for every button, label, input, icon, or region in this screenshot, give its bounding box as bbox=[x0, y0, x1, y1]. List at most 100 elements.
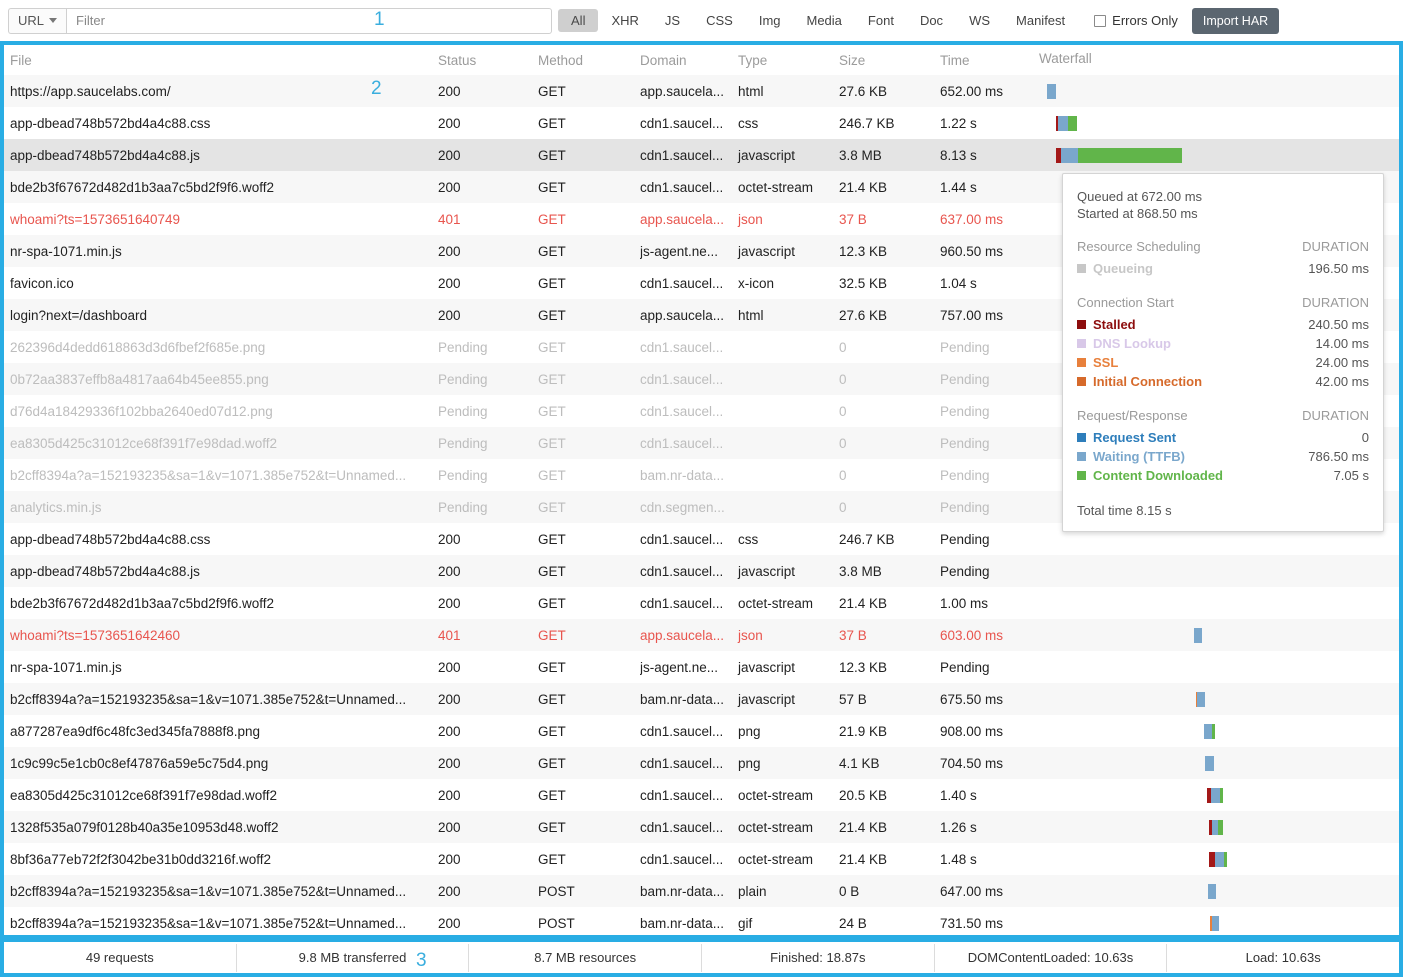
type-filter-css[interactable]: CSS bbox=[693, 9, 746, 32]
table-row[interactable]: 1c9c99c5e1cb0c8ef47876a59e5c75d4.png 200 G… bbox=[4, 747, 1399, 779]
cell-method: GET bbox=[538, 211, 566, 227]
cell-waterfall[interactable] bbox=[1039, 587, 1399, 619]
type-filter-media[interactable]: Media bbox=[794, 9, 855, 32]
cell-method: GET bbox=[538, 371, 566, 387]
column-header-type[interactable]: Type bbox=[738, 53, 839, 68]
table-row[interactable]: b2cff8394a?a=152193235&sa=1&v=1071.385e7… bbox=[4, 683, 1399, 715]
request-timing-tooltip: Queued at 672.00 ms Started at 868.50 ms… bbox=[1062, 173, 1384, 532]
cell-waterfall[interactable] bbox=[1039, 747, 1399, 779]
cell-waterfall[interactable] bbox=[1039, 619, 1399, 651]
type-filter-all[interactable]: All bbox=[558, 9, 599, 32]
waterfall-bar[interactable] bbox=[1207, 788, 1223, 803]
table-row[interactable]: ea8305d425c31012ce68f391f7e98dad.woff2 20… bbox=[4, 779, 1399, 811]
cell-waterfall[interactable] bbox=[1039, 139, 1399, 171]
cell-domain: cdn1.saucel... bbox=[640, 851, 724, 867]
errors-only-toggle[interactable]: Errors Only bbox=[1094, 13, 1178, 28]
cell-time: 647.00 ms bbox=[940, 883, 1004, 899]
waterfall-bar[interactable] bbox=[1194, 628, 1202, 643]
url-filter-type-select[interactable]: URL bbox=[8, 7, 67, 34]
cell-type: gif bbox=[738, 915, 753, 931]
cell-waterfall[interactable] bbox=[1039, 75, 1399, 107]
tooltip-timing-value: 240.50 ms bbox=[1308, 317, 1369, 332]
import-har-button[interactable]: Import HAR bbox=[1191, 7, 1280, 34]
cell-domain: cdn1.saucel... bbox=[640, 115, 724, 131]
cell-size: 0 bbox=[839, 435, 847, 451]
waterfall-segment bbox=[1047, 84, 1056, 99]
table-row[interactable]: https://app.saucelabs.com/200 GET app.sauc… bbox=[4, 75, 1399, 107]
column-header-size[interactable]: Size bbox=[839, 53, 940, 68]
cell-file: ea8305d425c31012ce68f391f7e98dad.woff2 bbox=[10, 435, 278, 451]
cell-file: 1c9c99c5e1cb0c8ef47876a59e5c75d4.png bbox=[10, 755, 269, 771]
cell-domain: bam.nr-data... bbox=[640, 915, 725, 931]
table-row[interactable]: bde2b3f67672d482d1b3aa7c5bd2f9f6.woff2 20… bbox=[4, 587, 1399, 619]
column-header-waterfall[interactable]: Waterfall bbox=[1039, 45, 1399, 76]
column-header-domain[interactable]: Domain bbox=[640, 53, 738, 68]
waterfall-bar[interactable] bbox=[1196, 692, 1205, 707]
checkbox-icon[interactable] bbox=[1094, 14, 1107, 27]
column-header-time[interactable]: Time bbox=[940, 53, 1039, 68]
table-row[interactable]: app-dbead748b572bd4a4c88.js 200 GET cdn1.sa… bbox=[4, 555, 1399, 587]
cell-domain: app.saucela... bbox=[640, 627, 725, 643]
cell-waterfall[interactable] bbox=[1039, 555, 1399, 587]
column-header-method[interactable]: Method bbox=[538, 53, 640, 68]
waterfall-bar[interactable] bbox=[1056, 148, 1182, 163]
waterfall-bar[interactable] bbox=[1210, 916, 1219, 931]
cell-method: GET bbox=[538, 659, 566, 675]
table-row[interactable]: a877287ea9df6c48fc3ed345fa7888f8.png 200 G… bbox=[4, 715, 1399, 747]
waterfall-bar[interactable] bbox=[1047, 84, 1056, 99]
table-row[interactable]: b2cff8394a?a=152193235&sa=1&v=1071.385e7… bbox=[4, 875, 1399, 907]
errors-only-label: Errors Only bbox=[1112, 13, 1178, 28]
cell-status: 401 bbox=[438, 211, 461, 227]
column-header-file[interactable]: File bbox=[4, 53, 438, 68]
cell-domain: cdn1.saucel... bbox=[640, 563, 724, 579]
cell-type: javascript bbox=[738, 659, 796, 675]
cell-file: bde2b3f67672d482d1b3aa7c5bd2f9f6.woff2 bbox=[10, 179, 275, 195]
table-row[interactable]: app-dbead748b572bd4a4c88.css 200 GET cdn1.s… bbox=[4, 107, 1399, 139]
cell-domain: cdn1.saucel... bbox=[640, 339, 724, 355]
cell-status: 200 bbox=[438, 147, 461, 163]
cell-waterfall[interactable] bbox=[1039, 907, 1399, 935]
type-filter-img[interactable]: Img bbox=[746, 9, 794, 32]
cell-file: whoami?ts=1573651640749 bbox=[10, 211, 181, 227]
table-row[interactable]: nr-spa-1071.min.js 200 GET js-agent.ne... ja… bbox=[4, 651, 1399, 683]
tooltip-timing-row: Initial Connection 42.00 ms bbox=[1077, 372, 1369, 391]
cell-waterfall[interactable] bbox=[1039, 651, 1399, 683]
cell-waterfall[interactable] bbox=[1039, 811, 1399, 843]
cell-status: 200 bbox=[438, 179, 461, 195]
cell-size: 21.4 KB bbox=[839, 851, 888, 867]
waterfall-bar[interactable] bbox=[1208, 884, 1216, 899]
waterfall-segment bbox=[1205, 756, 1214, 771]
cell-waterfall[interactable] bbox=[1039, 843, 1399, 875]
filter-input[interactable] bbox=[66, 7, 553, 34]
column-header-status[interactable]: Status bbox=[438, 53, 538, 68]
table-row[interactable]: whoami?ts=1573651642460 401 GET app.saucela… bbox=[4, 619, 1399, 651]
type-filter-js[interactable]: JS bbox=[652, 9, 693, 32]
waterfall-bar[interactable] bbox=[1204, 724, 1215, 739]
waterfall-bar[interactable] bbox=[1056, 116, 1077, 131]
cell-method: GET bbox=[538, 787, 566, 803]
table-row[interactable]: 1328f535a079f0128b40a35e10953d48.woff2 20… bbox=[4, 811, 1399, 843]
type-filter-xhr[interactable]: XHR bbox=[598, 9, 651, 32]
cell-file: app-dbead748b572bd4a4c88.js bbox=[10, 563, 200, 579]
table-row[interactable]: b2cff8394a?a=152193235&sa=1&v=1071.385e7… bbox=[4, 907, 1399, 935]
cell-method: GET bbox=[538, 627, 566, 643]
waterfall-bar[interactable] bbox=[1209, 820, 1223, 835]
cell-waterfall[interactable] bbox=[1039, 715, 1399, 747]
table-row[interactable]: app-dbead748b572bd4a4c88.js 200 GET cdn1.sa… bbox=[4, 139, 1399, 171]
waterfall-bar[interactable] bbox=[1205, 756, 1214, 771]
waterfall-segment bbox=[1212, 916, 1219, 931]
table-row[interactable]: 8bf36a77eb72f2f3042be31b0dd3216f.woff2 20… bbox=[4, 843, 1399, 875]
type-filter-ws[interactable]: WS bbox=[956, 9, 1003, 32]
cell-file: app-dbead748b572bd4a4c88.css bbox=[10, 115, 211, 131]
cell-waterfall[interactable] bbox=[1039, 779, 1399, 811]
cell-file: b2cff8394a?a=152193235&sa=1&v=1071.385e7… bbox=[10, 691, 407, 707]
cell-waterfall[interactable] bbox=[1039, 107, 1399, 139]
waterfall-segment bbox=[1212, 724, 1215, 739]
waterfall-bar[interactable] bbox=[1209, 852, 1227, 867]
type-filter-font[interactable]: Font bbox=[855, 9, 907, 32]
cell-waterfall[interactable] bbox=[1039, 683, 1399, 715]
type-filter-manifest[interactable]: Manifest bbox=[1003, 9, 1078, 32]
cell-waterfall[interactable] bbox=[1039, 875, 1399, 907]
type-filter-doc[interactable]: Doc bbox=[907, 9, 956, 32]
cell-method: GET bbox=[538, 115, 566, 131]
